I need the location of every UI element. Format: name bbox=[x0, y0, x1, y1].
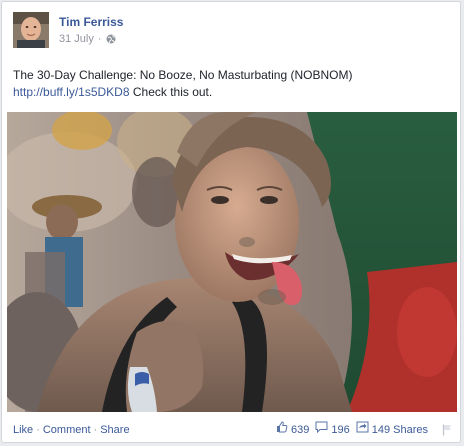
thumbs-up-icon bbox=[276, 421, 291, 439]
likes-count: 639 bbox=[291, 424, 310, 436]
post-actions: Like · Comment · Share bbox=[13, 421, 130, 439]
post-footer: Like · Comment · Share 639 196 149 Share… bbox=[13, 421, 452, 439]
share-link[interactable]: Share bbox=[100, 424, 129, 436]
avatar[interactable] bbox=[13, 12, 49, 48]
meta-separator: · bbox=[97, 33, 102, 45]
shares-stat[interactable]: 149 Shares bbox=[356, 421, 428, 439]
comments-stat[interactable]: 196 bbox=[315, 421, 350, 439]
post-headline: The 30-Day Challenge: No Booze, No Mastu… bbox=[13, 68, 353, 82]
author-name[interactable]: Tim Ferriss bbox=[59, 15, 123, 30]
post-photo[interactable] bbox=[7, 112, 457, 412]
action-separator: · bbox=[36, 424, 40, 436]
post-link[interactable]: http://buff.ly/1s5DKD8 bbox=[13, 85, 130, 99]
comment-icon bbox=[315, 421, 331, 439]
share-icon bbox=[356, 421, 372, 439]
post-meta: Tim Ferriss 31 July · bbox=[59, 15, 123, 46]
post-link-line: http://buff.ly/1s5DKD8 Check this out. bbox=[13, 84, 453, 101]
comments-count: 196 bbox=[331, 424, 350, 436]
action-separator: · bbox=[93, 424, 98, 436]
globe-icon[interactable] bbox=[106, 34, 116, 44]
facebook-post-card: Tim Ferriss 31 July · The 30-Day Challen… bbox=[1, 1, 461, 443]
flag-icon[interactable] bbox=[442, 424, 452, 442]
comment-link[interactable]: Comment bbox=[43, 424, 91, 436]
like-link[interactable]: Like bbox=[13, 424, 33, 436]
post-link-suffix: Check this out. bbox=[129, 85, 213, 99]
post-date[interactable]: 31 July bbox=[59, 32, 94, 46]
shares-count: 149 Shares bbox=[371, 424, 428, 436]
post-subline: 31 July · bbox=[59, 32, 123, 46]
likes-stat[interactable]: 639 bbox=[276, 421, 309, 439]
post-message: The 30-Day Challenge: No Booze, No Mastu… bbox=[13, 67, 453, 101]
post-stats: 639 196 149 Shares bbox=[270, 421, 428, 439]
post-header: Tim Ferriss 31 July · bbox=[13, 12, 433, 52]
